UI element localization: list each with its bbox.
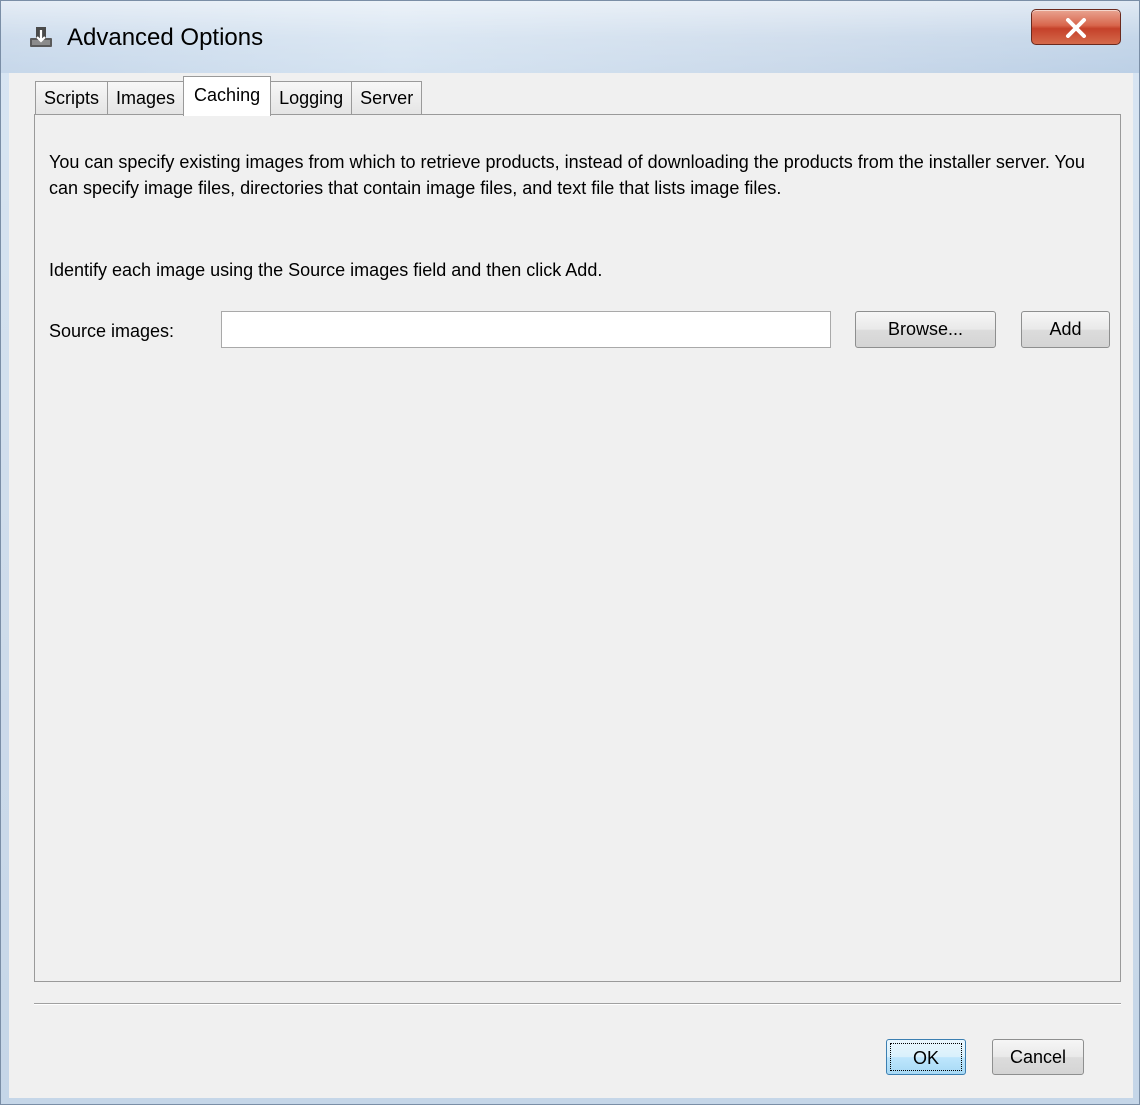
browse-button[interactable]: Browse... [855,311,996,348]
add-button[interactable]: Add [1021,311,1110,348]
advanced-options-dialog: Advanced Options Scripts Images Caching … [0,0,1140,1105]
close-icon [1066,18,1086,38]
close-button[interactable] [1031,9,1121,45]
installer-icon [30,27,52,47]
ok-button-label: OK [890,1043,962,1071]
tab-caching[interactable]: Caching [183,76,272,116]
tab-images[interactable]: Images [107,81,185,115]
cancel-button[interactable]: Cancel [992,1039,1084,1075]
caching-description: You can specify existing images from whi… [49,152,1085,198]
window-title: Advanced Options [67,24,264,51]
caching-instruction: Identify each image using the Source ima… [49,260,603,280]
tab-strip: Scripts Images Caching Logging Server [35,76,423,116]
tab-server[interactable]: Server [351,81,423,115]
footer-separator [34,1003,1121,1005]
tab-logging[interactable]: Logging [270,81,353,115]
dialog-client-area: Scripts Images Caching Logging Server Yo… [9,73,1133,1098]
title-bar[interactable]: Advanced Options [1,1,1139,73]
tab-scripts[interactable]: Scripts [35,81,109,115]
source-images-input[interactable] [221,311,831,348]
ok-button[interactable]: OK [886,1039,966,1075]
caching-panel: You can specify existing images from whi… [34,114,1121,982]
source-images-label: Source images: [49,321,175,341]
